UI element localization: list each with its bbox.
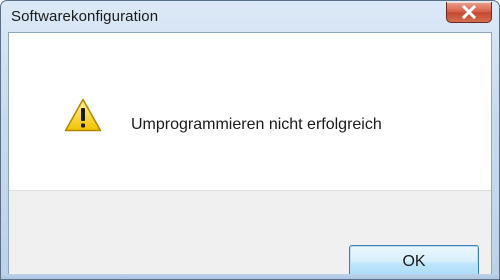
button-bar: OK <box>9 190 491 279</box>
dialog-client-area: Umprogrammieren nicht erfolgreich OK <box>8 32 492 279</box>
window-title: Softwarekonfiguration <box>11 8 159 25</box>
message-area: Umprogrammieren nicht erfolgreich <box>9 33 491 190</box>
dialog-message: Umprogrammieren nicht erfolgreich <box>131 116 382 133</box>
title-bar[interactable]: Softwarekonfiguration <box>1 1 499 31</box>
warning-icon <box>64 98 102 132</box>
close-icon <box>461 4 477 20</box>
close-button[interactable] <box>446 2 492 23</box>
dialog-window: Softwarekonfiguration Umprogrammieren ni… <box>0 0 500 280</box>
window-frame-bottom <box>1 274 499 279</box>
